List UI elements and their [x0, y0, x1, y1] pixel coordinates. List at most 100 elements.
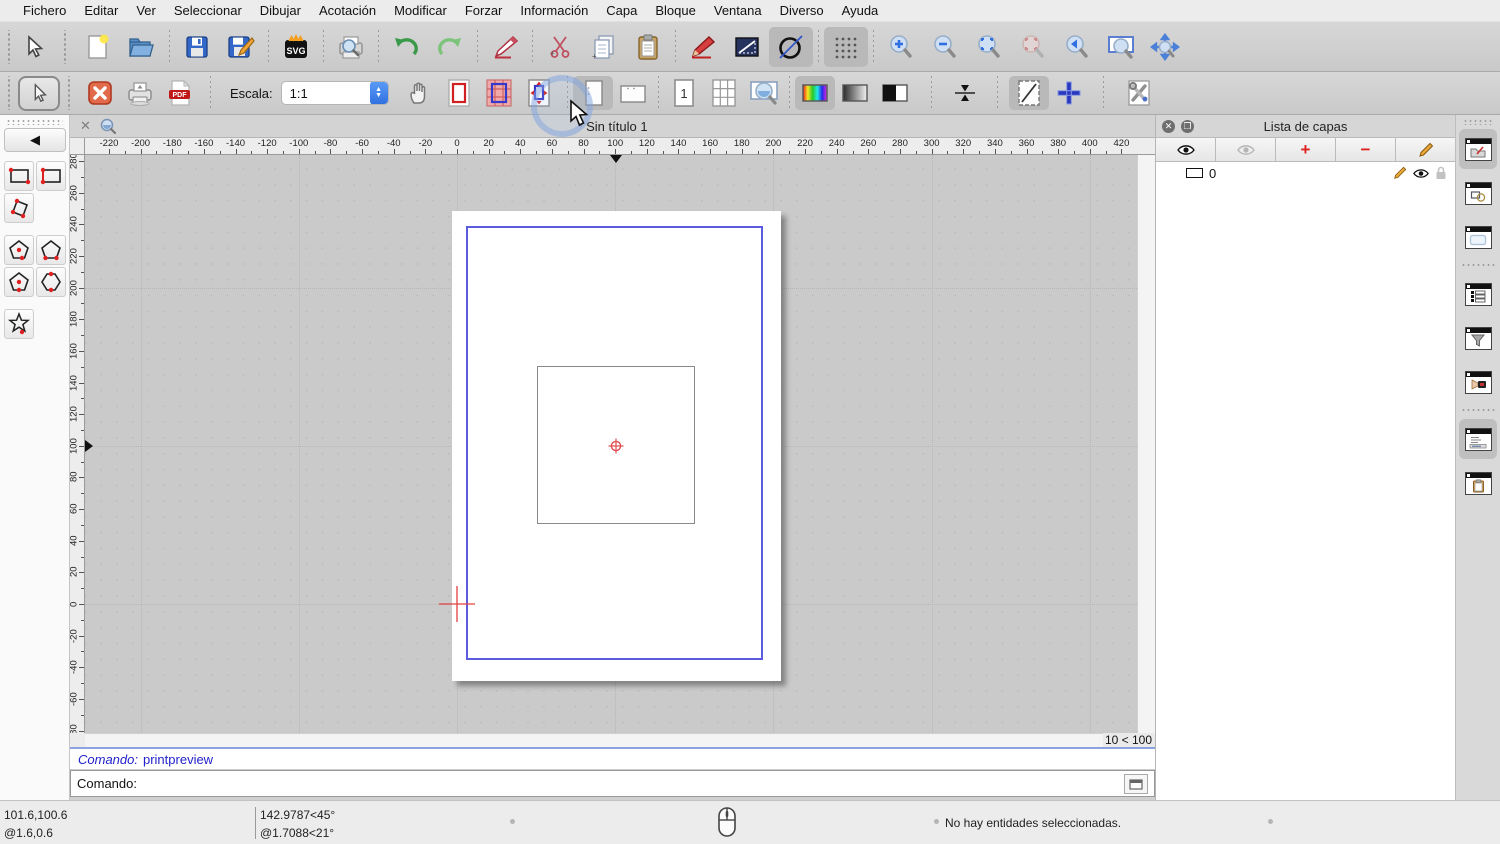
- command-input[interactable]: Comando:: [70, 770, 1155, 797]
- circle-tool[interactable]: [769, 26, 813, 67]
- export-svg-button[interactable]: SVG: [274, 27, 318, 67]
- toolbar-drag-handle[interactable]: [66, 76, 72, 110]
- open-file-button[interactable]: [120, 27, 164, 67]
- zoom-back-button[interactable]: [1055, 27, 1099, 67]
- panel-float-icon[interactable]: ❐: [1181, 119, 1194, 133]
- toolbar-drag-handle[interactable]: [6, 76, 12, 110]
- zoom-pan-button[interactable]: [1143, 27, 1187, 67]
- zoom-window-button[interactable]: [1099, 27, 1143, 67]
- new-file-button[interactable]: [76, 27, 120, 67]
- hexagon-tool[interactable]: [36, 267, 66, 297]
- scale-select[interactable]: 1:1 ▲ ▼: [280, 81, 389, 105]
- undo-button[interactable]: [384, 27, 428, 67]
- show-all-layers-button[interactable]: [1156, 138, 1216, 161]
- menu-item[interactable]: Información: [511, 3, 597, 18]
- dock-drag-handle[interactable]: [1463, 119, 1493, 125]
- palette-back-button[interactable]: ◀: [4, 128, 66, 152]
- multi-page-button[interactable]: [704, 76, 744, 110]
- tab-close-icon[interactable]: ✕: [80, 118, 91, 134]
- menu-item[interactable]: Ventana: [705, 3, 771, 18]
- landscape-orientation-button[interactable]: [613, 76, 653, 110]
- menu-item[interactable]: Editar: [75, 3, 127, 18]
- fit-vertical-button[interactable]: [945, 76, 985, 110]
- crosshair-plus-button[interactable]: [1049, 76, 1089, 110]
- tab-title[interactable]: * Sin título 1: [577, 119, 647, 134]
- close-print-preview-button[interactable]: [80, 76, 120, 110]
- polygon-center-tangent-tool[interactable]: [4, 267, 34, 297]
- panel-close-icon[interactable]: ✕: [1162, 119, 1175, 133]
- tiled-pages-button[interactable]: [479, 76, 519, 110]
- copy-button[interactable]: +: [582, 27, 626, 67]
- hide-all-layers-button[interactable]: [1216, 138, 1276, 161]
- portrait-orientation-button[interactable]: [572, 76, 613, 110]
- dock-command-widget-button[interactable]: [1459, 419, 1497, 459]
- rotated-rectangle-tool[interactable]: [4, 193, 34, 223]
- line-tool[interactable]: [725, 27, 769, 67]
- zoom-auto-button[interactable]: [967, 27, 1011, 67]
- save-button[interactable]: [175, 27, 219, 67]
- menu-item[interactable]: Bloque: [646, 3, 704, 18]
- polygon-center-corner-tool[interactable]: [4, 235, 34, 265]
- dock-filter-button[interactable]: [1459, 318, 1497, 358]
- layer-row[interactable]: 0: [1156, 162, 1455, 184]
- draft-lines-button[interactable]: [1008, 76, 1049, 110]
- menu-item[interactable]: Acotación: [310, 3, 385, 18]
- grayscale-button[interactable]: [835, 76, 875, 110]
- zoom-out-button[interactable]: [923, 27, 967, 67]
- cut-button[interactable]: +: [538, 27, 582, 67]
- layer-lock-icon[interactable]: [1435, 166, 1447, 180]
- vertical-scrollbar[interactable]: [1137, 155, 1155, 733]
- paste-button[interactable]: [626, 27, 670, 67]
- full-color-button[interactable]: [794, 76, 835, 110]
- paper-border-button[interactable]: [439, 76, 479, 110]
- remove-layer-button[interactable]: −: [1336, 138, 1396, 161]
- select-mode-button[interactable]: [18, 75, 60, 111]
- print-preview-button[interactable]: [329, 27, 373, 67]
- fit-to-page-button[interactable]: [519, 76, 559, 110]
- menu-item[interactable]: Forzar: [456, 3, 512, 18]
- menu-item[interactable]: Modificar: [385, 3, 456, 18]
- zoom-page-button[interactable]: [744, 76, 784, 110]
- dock-library-browser-button[interactable]: [1459, 217, 1497, 257]
- rectangle-side-tool[interactable]: [36, 161, 66, 191]
- draw-pencil-tool[interactable]: [681, 27, 725, 67]
- dock-entity-list-button[interactable]: [1459, 274, 1497, 314]
- dock-clipboard-button[interactable]: [1459, 463, 1497, 503]
- dock-layer-list-button[interactable]: [1459, 129, 1497, 169]
- line-tool-icon: [735, 36, 759, 57]
- pan-hand-button[interactable]: [399, 76, 439, 110]
- zoom-previous-button[interactable]: [1011, 27, 1055, 67]
- menu-item[interactable]: Seleccionar: [165, 3, 251, 18]
- dock-projector-button[interactable]: [1459, 362, 1497, 402]
- command-options-button[interactable]: [1124, 774, 1148, 794]
- save-as-button[interactable]: [219, 27, 263, 67]
- star-tool[interactable]: [4, 309, 34, 339]
- redo-button[interactable]: [428, 27, 472, 67]
- drawing-canvas[interactable]: [85, 155, 1137, 733]
- polygon-2corners-tool[interactable]: [36, 235, 66, 265]
- menu-item[interactable]: Fichero: [14, 3, 75, 18]
- delete-entities-button[interactable]: [483, 27, 527, 67]
- menu-item[interactable]: Ayuda: [833, 3, 888, 18]
- options-button[interactable]: [1119, 76, 1159, 110]
- export-pdf-button[interactable]: PDF: [160, 76, 200, 110]
- add-layer-button[interactable]: +: [1276, 138, 1336, 161]
- select-pointer-tool[interactable]: [12, 27, 56, 67]
- menu-item[interactable]: Capa: [597, 3, 646, 18]
- menu-item[interactable]: Ver: [127, 3, 165, 18]
- rectangle-2corner-tool[interactable]: [4, 161, 34, 191]
- edit-layer-button[interactable]: [1396, 138, 1455, 161]
- layer-visibility-icon[interactable]: [1413, 168, 1429, 179]
- palette-drag-handle[interactable]: [6, 119, 63, 125]
- single-page-button[interactable]: 1: [664, 76, 704, 110]
- layer-edit-pencil-icon[interactable]: [1393, 166, 1407, 180]
- grid-toggle-button[interactable]: [824, 26, 868, 67]
- print-button[interactable]: [120, 76, 160, 110]
- zoom-in-button[interactable]: [879, 27, 923, 67]
- dock-block-list-button[interactable]: [1459, 173, 1497, 213]
- toolbar-drag-handle[interactable]: [62, 29, 68, 64]
- menu-item[interactable]: Dibujar: [251, 3, 310, 18]
- horizontal-scrollbar[interactable]: [85, 733, 1103, 747]
- menu-item[interactable]: Diverso: [771, 3, 833, 18]
- black-white-button[interactable]: [875, 76, 915, 110]
